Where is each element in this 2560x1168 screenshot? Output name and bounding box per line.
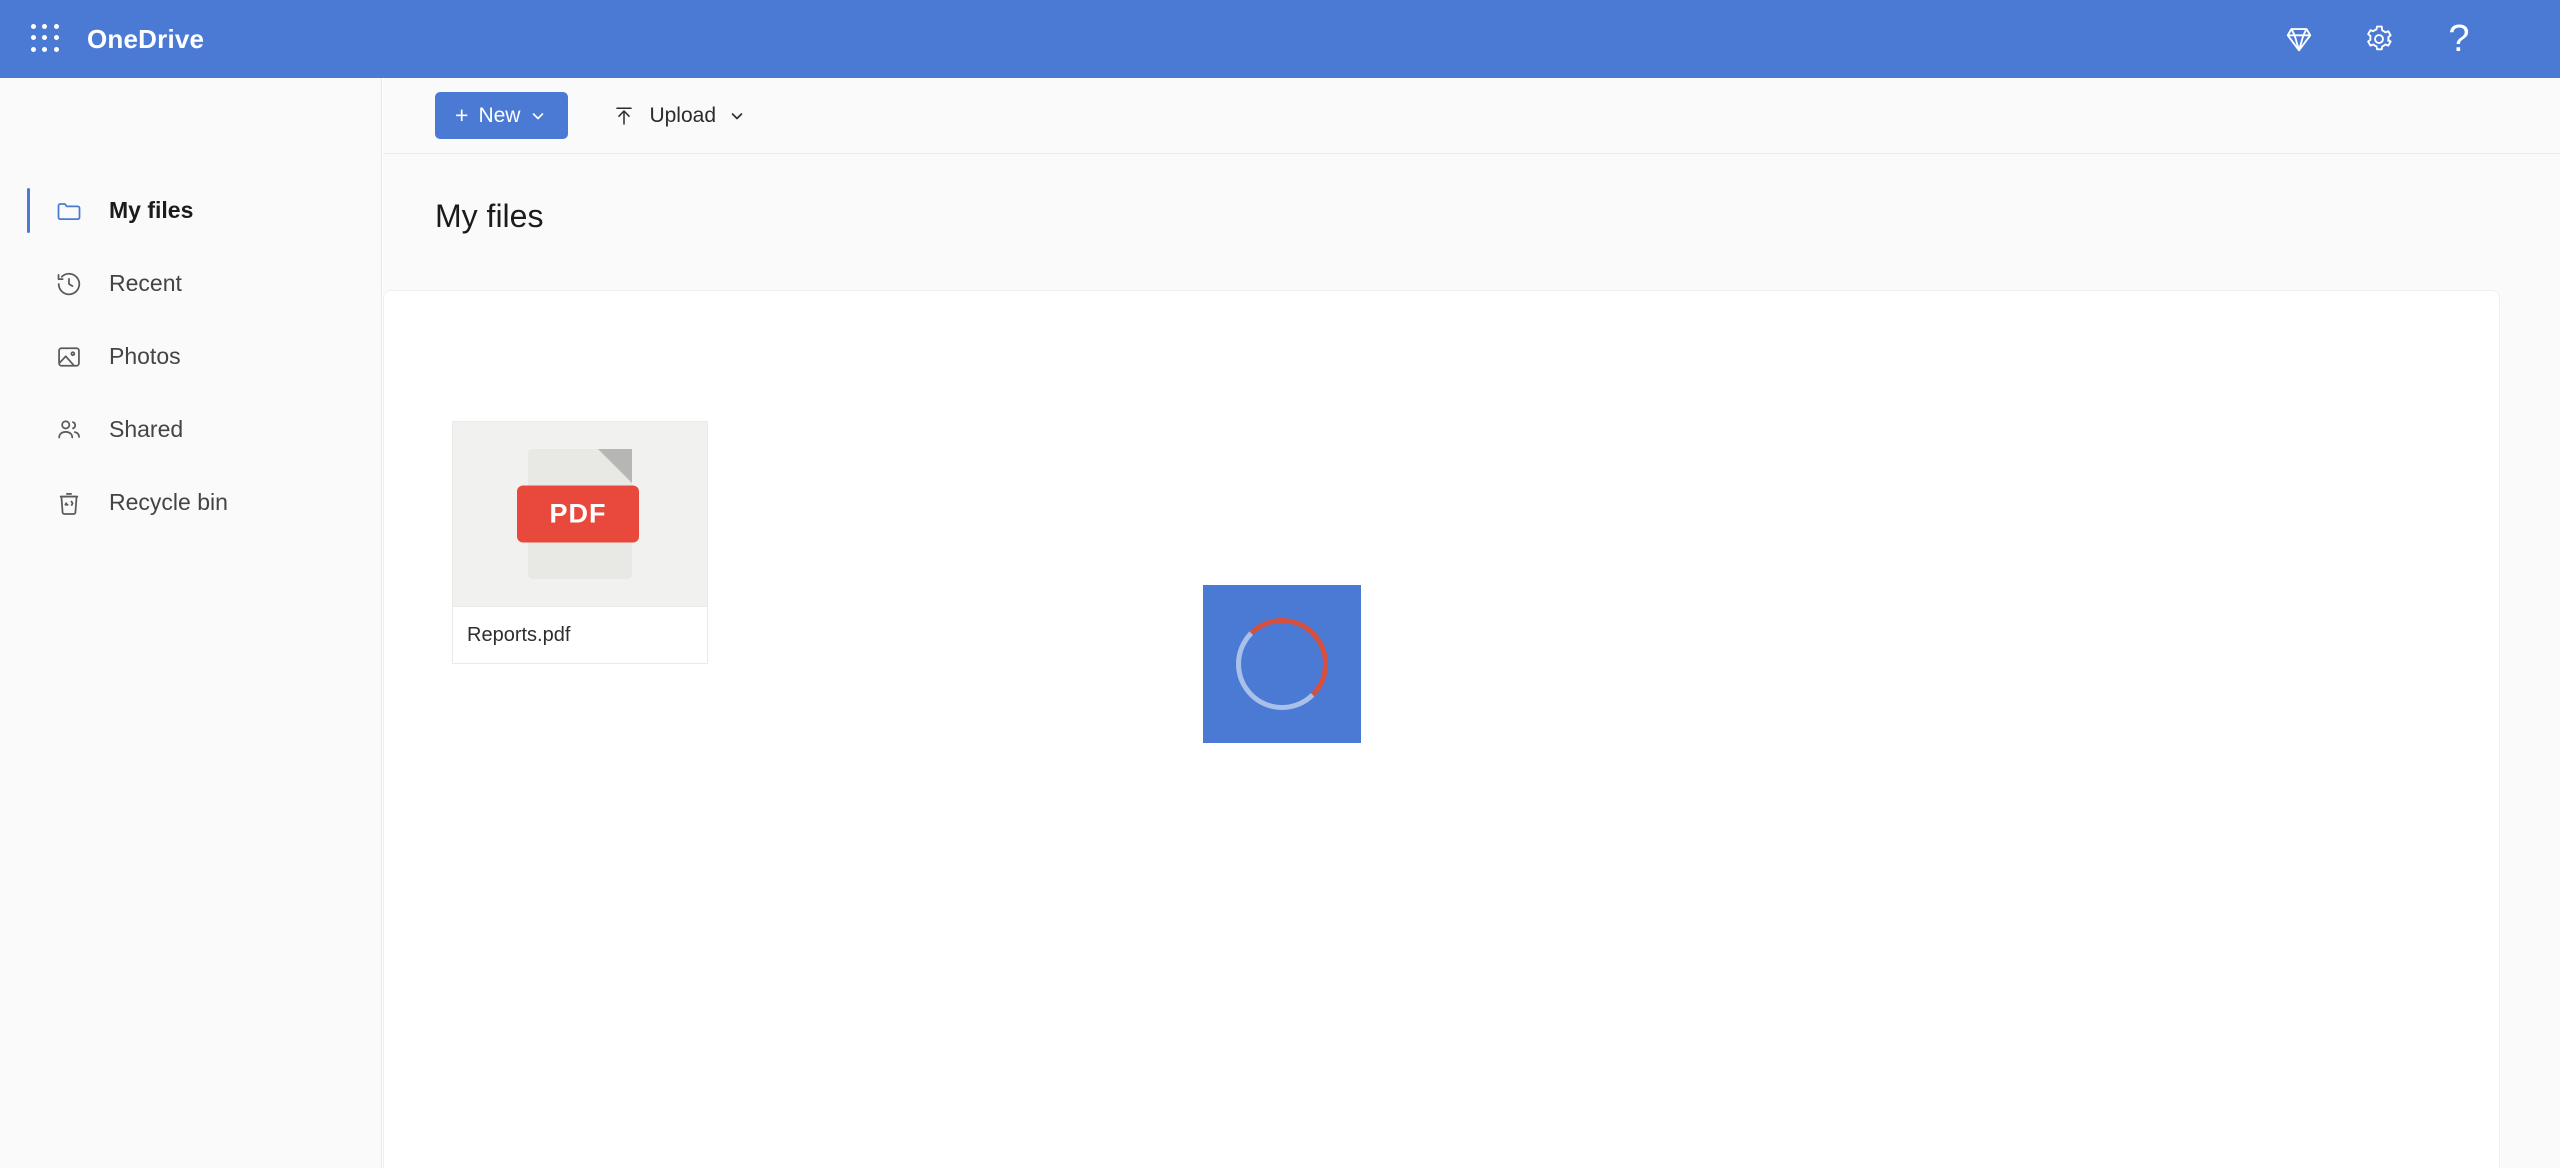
sidebar-item-label: Shared — [109, 416, 184, 442]
settings-gear-icon[interactable] — [2356, 16, 2402, 62]
waffle-dot — [31, 46, 36, 52]
document-icon: PDF — [517, 449, 639, 579]
files-panel: PDF Reports.pdf — [383, 290, 2500, 1168]
upload-button[interactable]: Upload — [598, 92, 759, 139]
sidebar-item-label: My files — [109, 197, 194, 223]
file-card[interactable]: PDF Reports.pdf — [452, 421, 708, 664]
folder-icon — [54, 196, 84, 226]
upload-arrow-icon — [616, 106, 633, 125]
file-thumbnail: PDF — [452, 421, 708, 606]
waffle-dot — [42, 35, 48, 41]
recycle-bin-icon — [54, 488, 84, 518]
sidebar-item-recent[interactable]: Recent — [0, 247, 381, 320]
new-button[interactable]: + New — [435, 92, 569, 139]
command-toolbar: + New Upload — [383, 78, 2560, 154]
waffle-dot — [42, 24, 48, 29]
loading-overlay — [1203, 585, 1361, 743]
app-header: OneDrive ? — [0, 0, 2560, 78]
waffle-dot — [31, 35, 36, 41]
plus-icon: + — [455, 102, 469, 128]
waffle-dot — [42, 46, 48, 52]
new-button-label: New — [478, 103, 521, 127]
header-actions: ? — [2276, 16, 2482, 62]
sidebar-item-label: Photos — [109, 343, 181, 369]
main-content: + New Upload My files PDF Reports.pdf — [383, 78, 2560, 1168]
help-question-glyph: ? — [2448, 18, 2470, 60]
sidebar-item-photos[interactable]: Photos — [0, 320, 381, 393]
loading-spinner-icon — [1236, 618, 1328, 710]
page-fold-corner-icon — [598, 449, 632, 483]
photo-icon — [54, 342, 84, 372]
help-question-icon[interactable]: ? — [2436, 16, 2482, 62]
clock-history-icon — [54, 269, 84, 299]
premium-diamond-icon[interactable] — [2276, 16, 2322, 62]
brand-title[interactable]: OneDrive — [87, 24, 204, 55]
chevron-down-icon — [731, 112, 743, 119]
page-title: My files — [435, 198, 544, 234]
file-name-label: Reports.pdf — [452, 606, 708, 664]
sidebar-item-label: Recycle bin — [109, 489, 228, 515]
sidebar-item-recycle-bin[interactable]: Recycle bin — [0, 466, 381, 539]
sidebar: My files Recent Photos Shared Recycle bi… — [0, 78, 382, 1168]
sidebar-item-my-files[interactable]: My files — [0, 174, 381, 247]
sidebar-item-label: Recent — [109, 270, 182, 296]
waffle-dot — [53, 46, 59, 52]
people-icon — [54, 415, 84, 445]
chevron-down-icon — [533, 112, 544, 119]
waffle-dot — [53, 35, 59, 41]
upload-button-label: Upload — [649, 103, 717, 127]
app-launcher-grid-icon[interactable] — [31, 24, 61, 54]
waffle-dot — [31, 24, 36, 29]
waffle-dot — [53, 24, 59, 29]
sidebar-item-shared[interactable]: Shared — [0, 393, 381, 466]
pdf-type-badge: PDF — [517, 485, 639, 543]
